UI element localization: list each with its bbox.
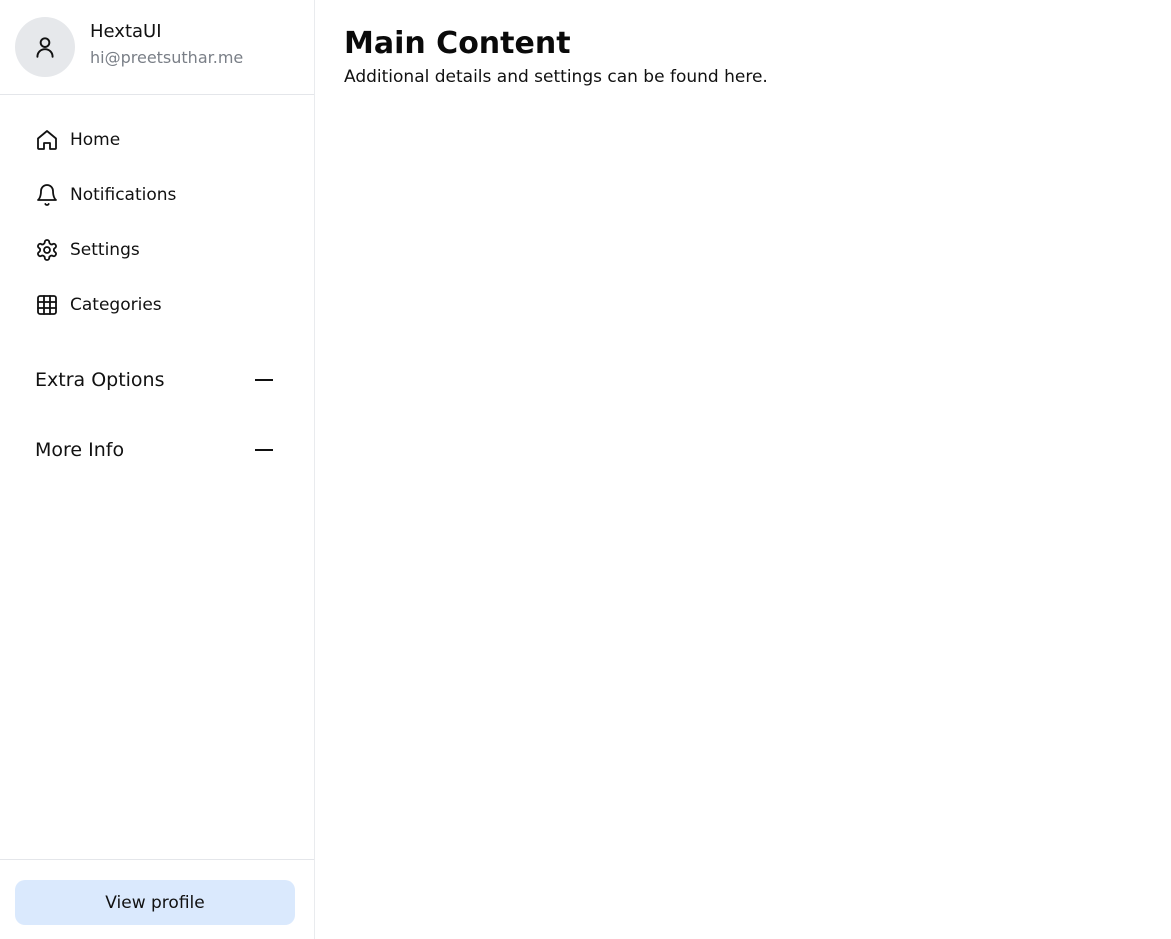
section-extra-options[interactable]: Extra Options xyxy=(0,345,314,415)
minus-icon[interactable] xyxy=(255,449,273,451)
sidebar-item-label: Settings xyxy=(70,239,140,260)
sidebar-item-categories[interactable]: Categories xyxy=(0,277,314,332)
profile-header: HextaUI hi@preetsuthar.me xyxy=(0,0,314,95)
app: HextaUI hi@preetsuthar.me Home Notificat… xyxy=(0,0,1171,939)
profile-name: HextaUI xyxy=(90,21,162,42)
sidebar-item-home[interactable]: Home xyxy=(0,112,314,167)
bell-icon xyxy=(37,183,57,206)
grid-icon xyxy=(37,294,57,315)
section-title: More Info xyxy=(35,439,125,461)
profile-email: hi@preetsuthar.me xyxy=(90,48,244,67)
sidebar-footer: View profile xyxy=(0,859,314,939)
sidebar-nav: Home Notifications Settings Categories xyxy=(0,95,314,332)
minus-icon[interactable] xyxy=(255,379,273,381)
sidebar-item-settings[interactable]: Settings xyxy=(0,222,314,277)
main-content: Main Content Additional details and sett… xyxy=(315,0,1171,939)
page-subtitle: Additional details and settings can be f… xyxy=(344,67,768,87)
view-profile-button[interactable]: View profile xyxy=(15,880,295,925)
user-icon xyxy=(36,37,54,58)
sidebar-item-label: Home xyxy=(70,129,121,150)
home-icon xyxy=(37,129,57,150)
avatar[interactable] xyxy=(15,17,75,77)
sidebar-item-label: Notifications xyxy=(70,184,177,205)
sidebar: HextaUI hi@preetsuthar.me Home Notificat… xyxy=(0,0,315,939)
gear-icon xyxy=(37,238,57,261)
profile-text: HextaUI hi@preetsuthar.me xyxy=(90,20,243,69)
section-more-info[interactable]: More Info xyxy=(0,415,314,485)
page-title: Main Content xyxy=(344,26,571,61)
section-title: Extra Options xyxy=(35,369,165,391)
sidebar-item-notifications[interactable]: Notifications xyxy=(0,167,314,222)
sidebar-item-label: Categories xyxy=(70,294,162,315)
